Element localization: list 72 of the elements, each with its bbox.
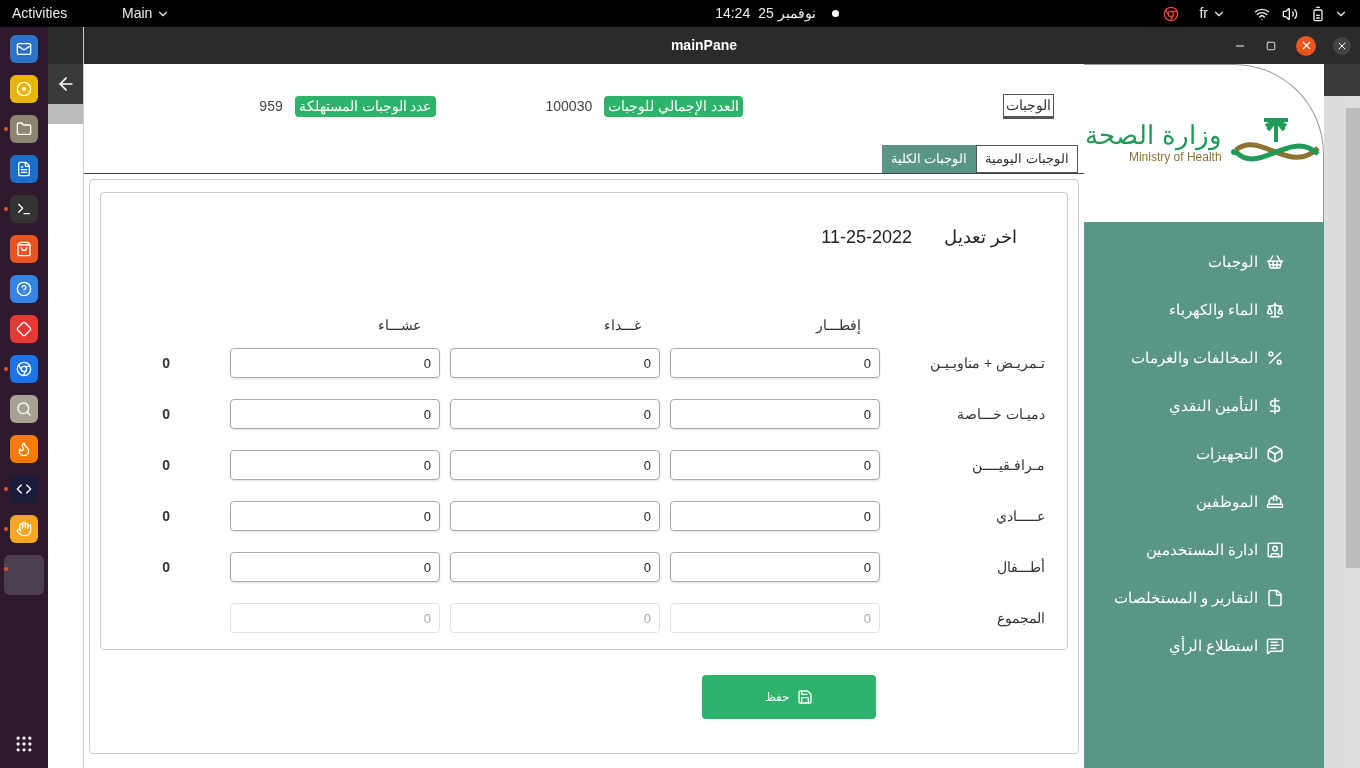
number-field[interactable]: 0	[230, 552, 440, 582]
hand-icon[interactable]	[10, 515, 38, 543]
stat-badge: العدد الإجمالي للوجبات	[604, 95, 743, 117]
number-field[interactable]: 0	[450, 399, 660, 429]
number-field[interactable]: 0	[230, 399, 440, 429]
percent-icon	[1266, 349, 1284, 367]
window-title: mainPane	[670, 36, 738, 55]
activities-button[interactable]: Activities	[12, 3, 122, 24]
close-button[interactable]	[1333, 36, 1351, 55]
user-card-icon	[1266, 541, 1284, 559]
background-window-toolbar	[1324, 64, 1360, 96]
language-menu[interactable]: fr	[1199, 3, 1226, 24]
clock-date[interactable]: نوفمبر 25	[758, 3, 816, 24]
number-field[interactable]: 0	[450, 348, 660, 378]
number-field[interactable]: 0	[670, 552, 880, 582]
clock-time[interactable]: 14:24	[715, 3, 751, 24]
save-icon	[797, 689, 813, 705]
app-menu[interactable]: Main	[122, 3, 171, 24]
app-grid-icon[interactable]	[14, 734, 34, 754]
row-label: تـمريـض + مناوبـيـن	[930, 355, 1045, 371]
magnifier-icon[interactable]	[10, 395, 38, 423]
row-total: 0	[162, 506, 170, 526]
number-field[interactable]: 0	[230, 501, 440, 531]
number-field[interactable]: 0	[670, 399, 880, 429]
stat-value: 100030	[545, 96, 593, 116]
number-field[interactable]: 0	[670, 348, 880, 378]
tab[interactable]: الوجبات اليومية	[976, 145, 1078, 173]
scale-icon	[1266, 301, 1284, 319]
chat-icon	[1266, 637, 1284, 655]
last-modified-date: 11-25-2022	[821, 225, 912, 249]
row-label: دميـات خـــاصة	[957, 406, 1045, 422]
number-field[interactable]: 0	[230, 450, 440, 480]
battery-icon[interactable]	[1310, 5, 1326, 22]
row-label: أطـــفال	[997, 559, 1045, 575]
logo-english-text: Ministry of Health	[1128, 149, 1222, 166]
number-field[interactable]: 0	[450, 501, 660, 531]
terminal-icon[interactable]	[10, 195, 38, 223]
column-header: غـــداء	[604, 317, 641, 333]
row-total: 0	[162, 404, 170, 424]
code-icon[interactable]	[10, 475, 38, 503]
row-label: المجموع	[997, 610, 1045, 626]
column-header: عشـــاء	[378, 317, 421, 333]
row-label: عـــــادي	[996, 508, 1045, 524]
volume-icon[interactable]	[1282, 5, 1298, 22]
worker-icon	[1266, 493, 1284, 511]
number-field[interactable]: 0	[670, 450, 880, 480]
background-window-header	[48, 104, 83, 124]
close-button[interactable]	[1296, 35, 1316, 56]
row-total: 0	[162, 455, 170, 475]
stat-value: 959	[259, 96, 283, 116]
row-total: 0	[162, 353, 170, 373]
document-icon[interactable]	[10, 155, 38, 183]
speaker-icon[interactable]	[10, 75, 38, 103]
number-field[interactable]: 0	[230, 348, 440, 378]
number-field[interactable]: 0	[450, 450, 660, 480]
row-total: 0	[162, 557, 170, 577]
column-header: إفطـــار	[816, 317, 861, 333]
number-field[interactable]: 0	[450, 552, 660, 582]
row-label: مـرافـقيــــن	[972, 457, 1045, 473]
folder-icon[interactable]	[10, 115, 38, 143]
browser-icon[interactable]	[10, 355, 38, 383]
mail-icon[interactable]	[10, 35, 38, 63]
basket-icon	[1266, 253, 1284, 271]
last-modified-label: اخر تعديل	[944, 225, 1017, 250]
stat-badge: عدد الوجبات المستهلكة	[294, 95, 436, 117]
bag-icon[interactable]	[10, 235, 38, 263]
number-field[interactable]: 0	[670, 501, 880, 531]
box-icon	[1266, 445, 1284, 463]
maximize-icon[interactable]	[1266, 40, 1276, 51]
help-icon[interactable]	[10, 275, 38, 303]
file-icon	[1266, 589, 1284, 607]
page-title: الوجبات	[1003, 93, 1054, 119]
